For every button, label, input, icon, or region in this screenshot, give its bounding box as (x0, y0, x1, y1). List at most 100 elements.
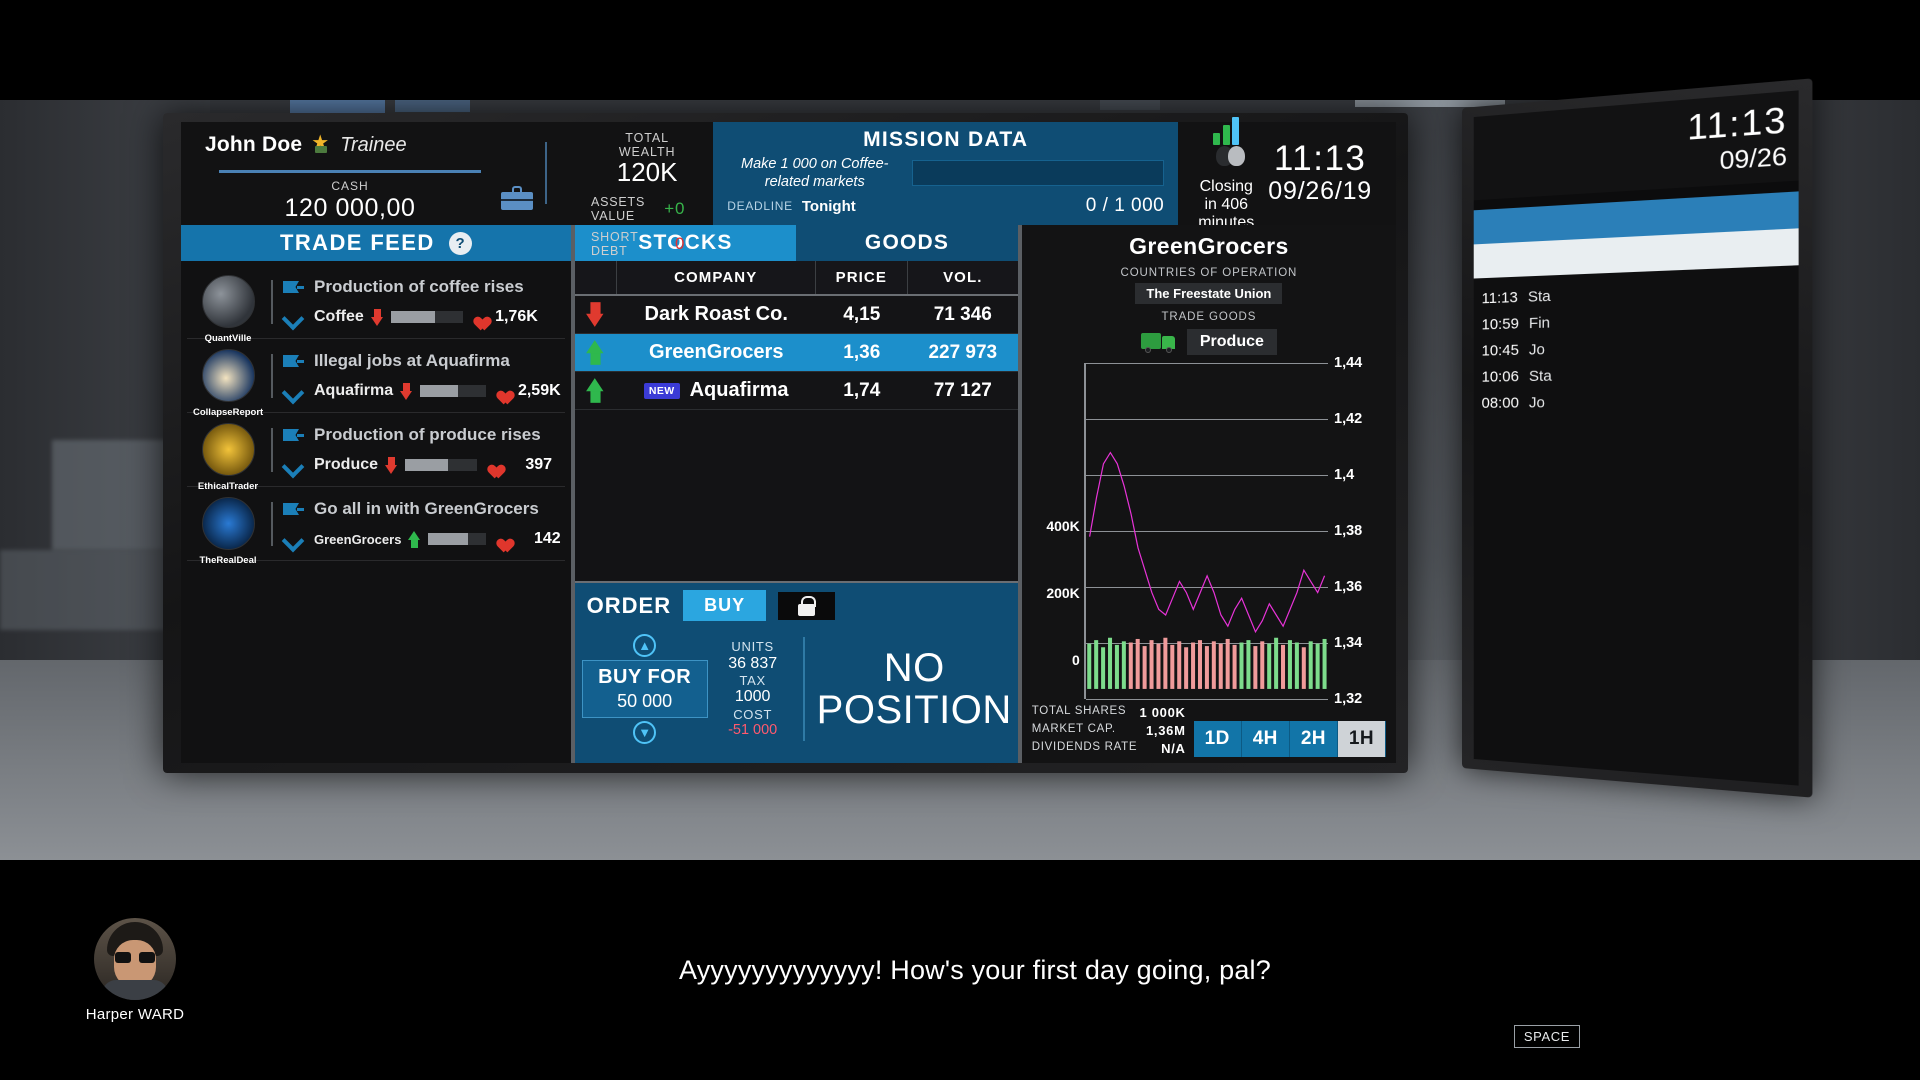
flag-icon[interactable] (283, 355, 304, 371)
buy-tab[interactable]: BUY (683, 590, 767, 621)
timeframe-buttons[interactable]: 1D 4H 2H 1H (1193, 721, 1386, 757)
heart-icon[interactable] (493, 532, 510, 547)
list-item[interactable]: CollapseReport Illegal jobs at Aquafirma… (187, 339, 565, 418)
volume-bar (1163, 637, 1168, 689)
feed-author: QuantVille (204, 333, 252, 344)
company-cell: NEW Aquafirma (617, 379, 816, 402)
trend-up-icon (586, 340, 605, 365)
like-count: 397 (525, 456, 553, 474)
feed-meta: Aquafirma 2,59K (314, 382, 561, 400)
trend-down-icon (586, 302, 605, 327)
new-badge: NEW (643, 382, 680, 399)
question-mark-icon[interactable]: ? (448, 231, 472, 255)
flag-icon[interactable] (283, 429, 304, 445)
list-item[interactable]: QuantVille Production of coffee rises Co… (187, 265, 565, 344)
company-cell: Dark Roast Co. (617, 303, 816, 326)
trend-up-icon (586, 378, 605, 403)
chart-svg (1087, 363, 1327, 689)
price-chart[interactable]: 400K 200K 0 1,44 1,42 1,4 1,38 1,36 1,34 1,32 (1032, 355, 1386, 707)
log-time: 11:13 (1481, 288, 1518, 308)
feed-actions[interactable] (283, 355, 304, 396)
market-panel: STOCKS GOODS COMPANY PRICE VOL. Dark Roas… (570, 225, 1022, 763)
avatar[interactable]: TheRealDeal (193, 497, 263, 566)
speaker-name: Harper WARD (85, 1005, 185, 1023)
mission-progress-text: 0 / 1 000 (1085, 195, 1165, 217)
stat-row: DIVIDENDS RATE N/A (1032, 739, 1186, 757)
dialogue-bar[interactable]: Harper WARD Ayyyyyyyyyyyyy! How's your f… (0, 860, 1920, 1080)
mission-title: MISSION DATA (863, 128, 1029, 151)
list-item[interactable]: EthicalTrader Production of produce rise… (187, 413, 565, 492)
stepper-up-icon[interactable]: ▲ (633, 634, 657, 657)
volume-bar (1315, 643, 1320, 689)
heart-icon[interactable] (493, 384, 510, 399)
cost-label: COST (733, 706, 773, 722)
timeframe-1h[interactable]: 1H (1337, 721, 1386, 757)
ceiling-panel (395, 100, 470, 112)
impact-meter (420, 385, 486, 398)
feed-meta: Coffee 1,76K (314, 308, 561, 326)
table-row[interactable]: GreenGrocers 1,36 227 973 (574, 334, 1018, 372)
feed-headline: Illegal jobs at Aquafirma (314, 350, 510, 370)
assets-value: +0 (664, 199, 686, 218)
order-summary: UNITS 36 837 TAX 1000 COST -51 000 (709, 639, 797, 738)
company-stats: TOTAL SHARES 1 000K MARKET CAP. 1,36M DIVI… (1032, 703, 1186, 757)
flag-icon[interactable] (283, 281, 304, 297)
stat-row: TOTAL SHARES 1 000K (1032, 703, 1186, 721)
cash-divider (219, 170, 481, 173)
volume-bar (1142, 646, 1147, 689)
trade-feed-panel: TRADE FEED ? QuantVille Production of co… (181, 225, 571, 763)
table-row[interactable]: NEW Aquafirma 1,74 77 127 (574, 372, 1018, 410)
volume-bar (1218, 643, 1223, 689)
chevron-down-icon[interactable] (283, 311, 302, 322)
cash-block: CASH 120 000,00 (205, 170, 495, 223)
axis-tick: 1,42 (1334, 411, 1363, 427)
feed-headline: Production of produce rises (314, 424, 541, 444)
short-locked-tab[interactable] (778, 591, 836, 620)
chart-price-axis: 1,44 1,42 1,4 1,38 1,36 1,34 1,32 (1328, 355, 1386, 707)
price-cell: 1,74 (843, 379, 881, 401)
timeframe-1d[interactable]: 1D (1193, 721, 1242, 757)
tab-goods[interactable]: GOODS (796, 225, 1018, 261)
secondary-clock: 11:13 09/26 (1473, 90, 1799, 201)
log-text: Sta (1527, 287, 1551, 306)
log-entry: 10:59 Fin (1482, 307, 1790, 333)
buy-for-button[interactable]: BUY FOR 50 000 (581, 660, 708, 718)
axis-tick: 1,4 (1334, 467, 1355, 483)
list-item[interactable]: TheRealDeal Go all in with GreenGrocers … (187, 487, 565, 566)
avatar[interactable]: QuantVille (193, 275, 263, 344)
feed-meta: GreenGrocers 142 (314, 530, 561, 548)
log-entry: 08:00 Jo (1482, 391, 1790, 412)
feed-actions[interactable] (283, 429, 304, 470)
assets-label: ASSETS VALUE (591, 195, 646, 223)
bar-chart-icon (1213, 115, 1240, 145)
like-count: 142 (533, 530, 561, 548)
feed-actions[interactable] (283, 503, 304, 544)
timeframe-2h[interactable]: 2H (1289, 721, 1338, 757)
timeframe-4h[interactable]: 4H (1241, 721, 1290, 757)
feed-author: TheRealDeal (199, 555, 257, 566)
tax-value: 1000 (734, 688, 771, 706)
chevron-down-icon[interactable] (283, 385, 302, 396)
market-table-body[interactable]: Dark Roast Co. 4,15 71 346 GreenGrocers … (574, 296, 1018, 410)
avatar[interactable]: CollapseReport (193, 349, 263, 418)
avatar[interactable]: EthicalTrader (193, 423, 263, 492)
chevron-down-icon[interactable] (283, 533, 302, 544)
heart-icon[interactable] (484, 458, 501, 473)
mission-footer: DEADLINE Tonight 0 / 1 000 (727, 195, 1164, 217)
chevron-down-icon[interactable] (283, 459, 302, 470)
flag-icon[interactable] (283, 503, 304, 519)
trade-feed-list[interactable]: QuantVille Production of coffee rises Co… (181, 261, 571, 763)
volume-bar (1190, 642, 1195, 689)
stepper-down-icon[interactable]: ▼ (633, 721, 657, 744)
volume-bar (1135, 638, 1140, 689)
cost-value: -51 000 (728, 721, 778, 738)
company-name: Aquafirma (689, 379, 789, 401)
heart-icon[interactable] (470, 310, 487, 325)
feed-actions[interactable] (283, 281, 304, 322)
continue-key-hint[interactable]: SPACE (1513, 1025, 1580, 1048)
table-row[interactable]: Dark Roast Co. 4,15 71 346 (574, 296, 1018, 334)
briefcase-icon[interactable] (501, 186, 533, 210)
axis-tick: 1,32 (1334, 691, 1363, 707)
order-amount-stepper[interactable]: ▲ BUY FOR 50 000 ▼ (581, 634, 709, 744)
good-chip[interactable]: Produce (1186, 329, 1277, 355)
